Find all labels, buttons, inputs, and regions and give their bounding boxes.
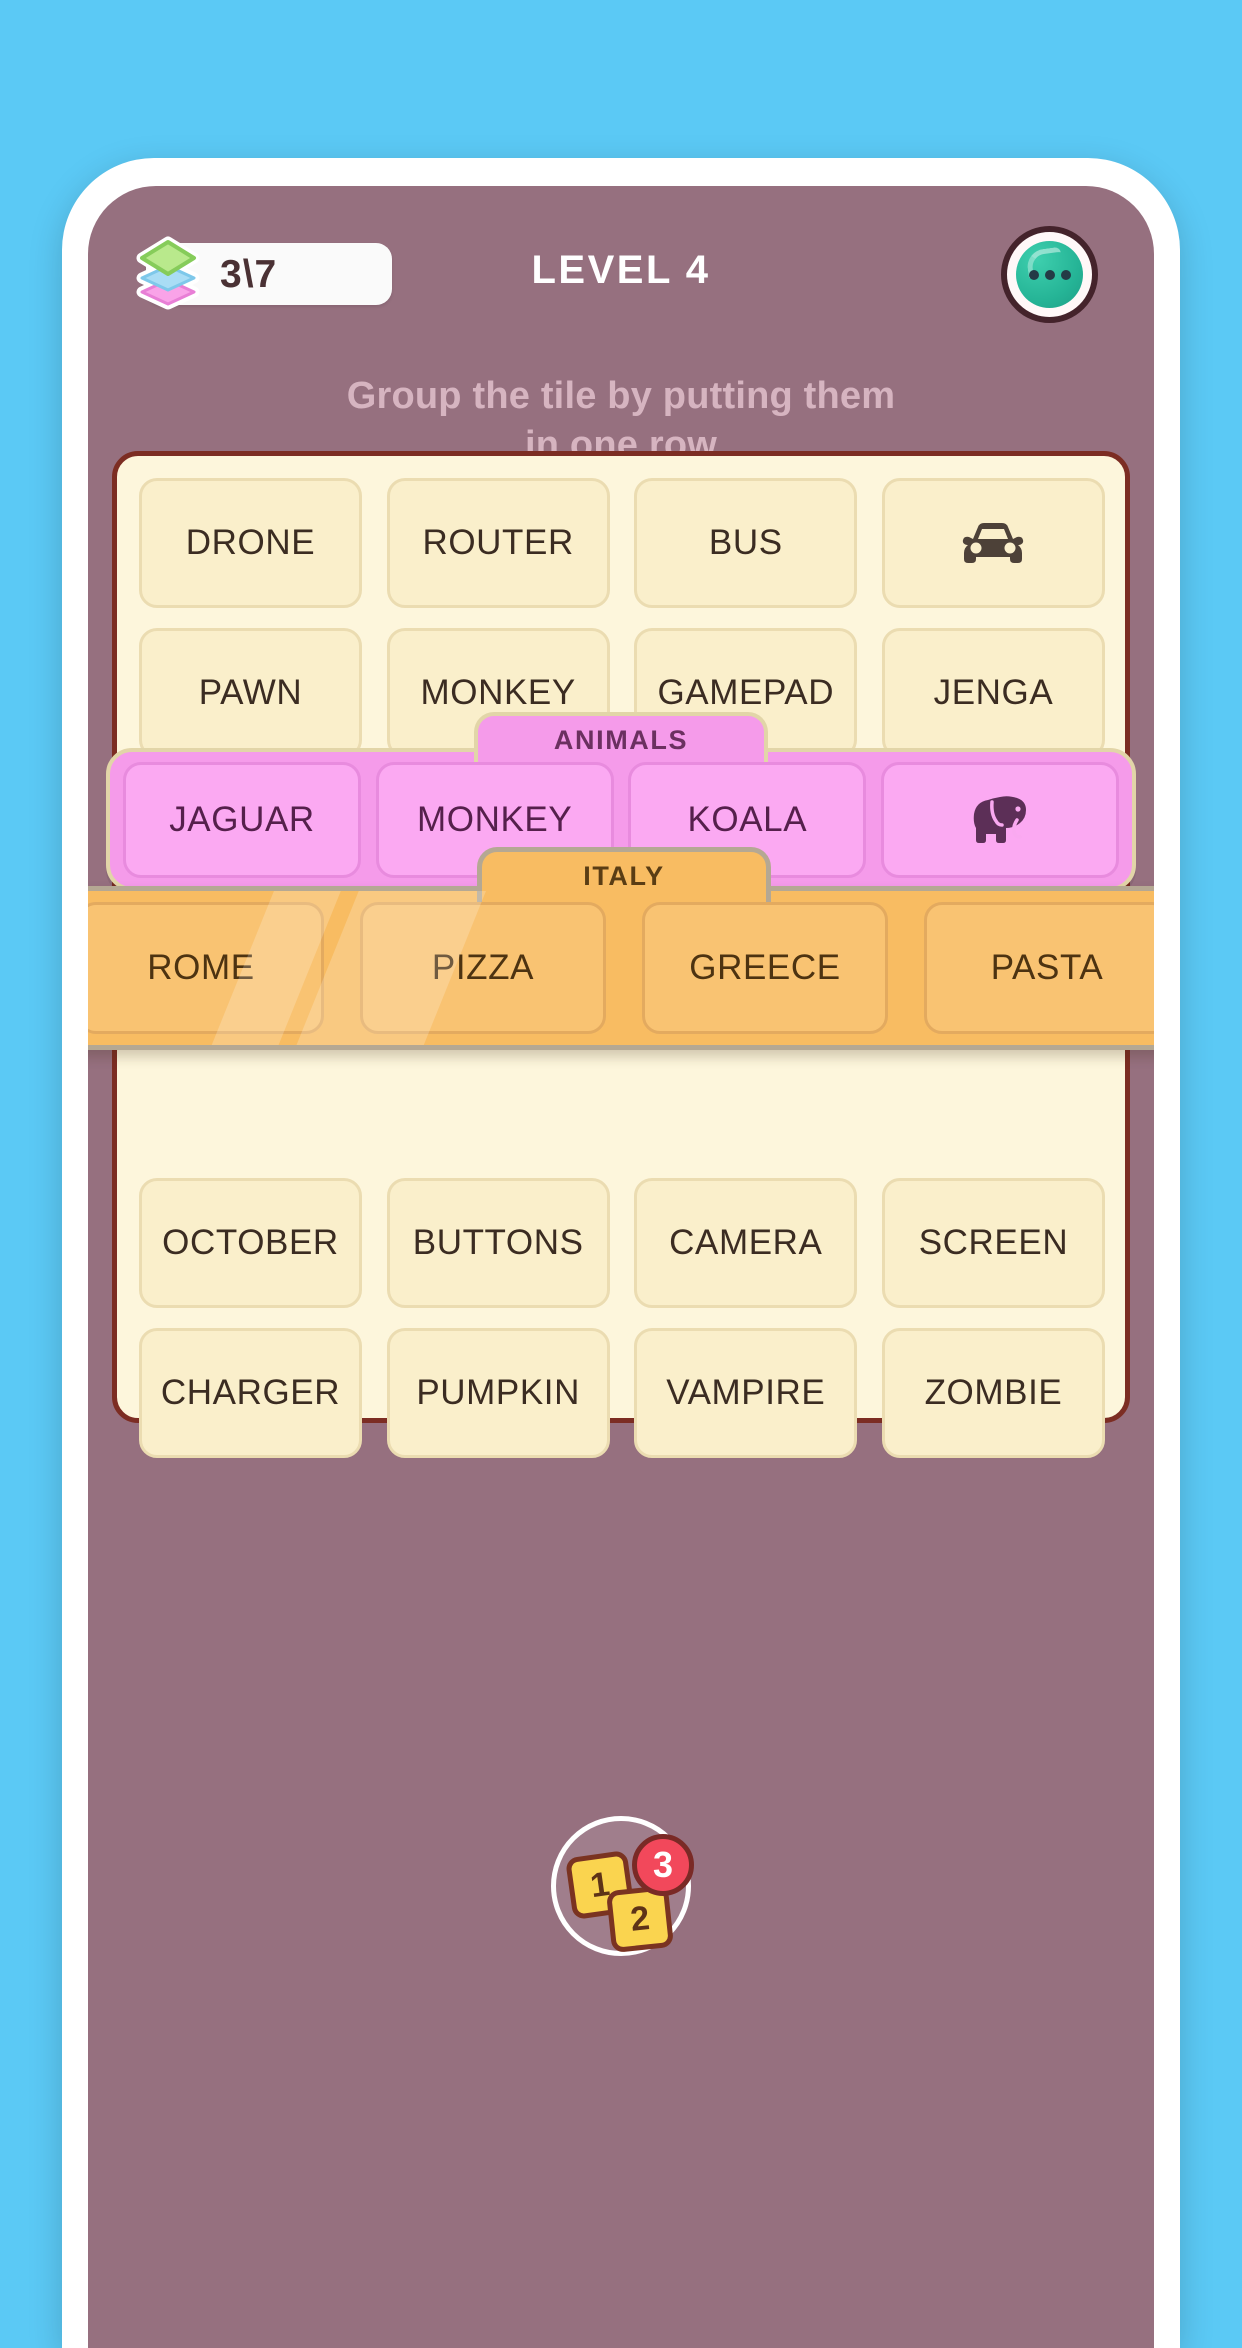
tile-greece[interactable]: GREECE (642, 902, 888, 1034)
tile-bus[interactable]: BUS (634, 478, 858, 608)
tile-car[interactable] (881, 478, 1105, 608)
tile-row: OCTOBER BUTTONS CAMERA SCREEN (139, 1178, 1105, 1308)
tile-pasta[interactable]: PASTA (924, 902, 1154, 1034)
deck-button[interactable]: 1 2 3 (551, 1816, 694, 1956)
menu-button[interactable] (1001, 226, 1098, 323)
elephant-icon (973, 795, 1026, 843)
group-italy-tiles: ROME PIZZA GREECE PASTA (88, 891, 1154, 1045)
tile-camera[interactable]: CAMERA (634, 1178, 858, 1308)
instruction-line-1: Group the tile by putting them (346, 375, 896, 417)
tile-jenga[interactable]: JENGA (881, 628, 1105, 758)
phone-frame: 3\7 LEVEL 4 Group the tile by putting th… (62, 158, 1180, 2348)
tile-jaguar[interactable]: JAGUAR (123, 761, 361, 878)
ellipsis-dot (1060, 269, 1071, 280)
tile-pawn[interactable]: PAWN (139, 628, 362, 758)
tile-row: CHARGER PUMPKIN VAMPIRE ZOMBIE (139, 1328, 1105, 1458)
page-title: LEVEL 4 (531, 248, 711, 292)
tile-zombie[interactable]: ZOMBIE (881, 1328, 1105, 1458)
tile-row: DRONE ROUTER BUS (139, 478, 1105, 608)
tile-pizza[interactable]: PIZZA (360, 902, 606, 1034)
header-bar: 3\7 LEVEL 4 (88, 186, 1154, 356)
tile-elephant[interactable] (880, 761, 1119, 878)
tile-charger[interactable]: CHARGER (139, 1328, 362, 1458)
group-italy[interactable]: ITALY ROME PIZZA GREECE PASTA (88, 847, 1154, 1050)
ellipsis-icon (1016, 241, 1083, 308)
ellipsis-dot (1028, 269, 1039, 280)
car-icon (963, 523, 1024, 563)
tile-router[interactable]: ROUTER (386, 478, 610, 608)
tile-rome[interactable]: ROME (88, 902, 324, 1034)
tile-october[interactable]: OCTOBER (139, 1178, 362, 1308)
tile-vampire[interactable]: VAMPIRE (634, 1328, 858, 1458)
tile-buttons[interactable]: BUTTONS (386, 1178, 610, 1308)
tile-drone[interactable]: DRONE (139, 478, 362, 608)
tile-screen[interactable]: SCREEN (881, 1178, 1105, 1308)
tile-pumpkin[interactable]: PUMPKIN (386, 1328, 610, 1458)
ellipsis-dot (1044, 269, 1055, 280)
phone-screen: 3\7 LEVEL 4 Group the tile by putting th… (88, 186, 1154, 2348)
deck-count-badge: 3 (632, 1834, 694, 1896)
